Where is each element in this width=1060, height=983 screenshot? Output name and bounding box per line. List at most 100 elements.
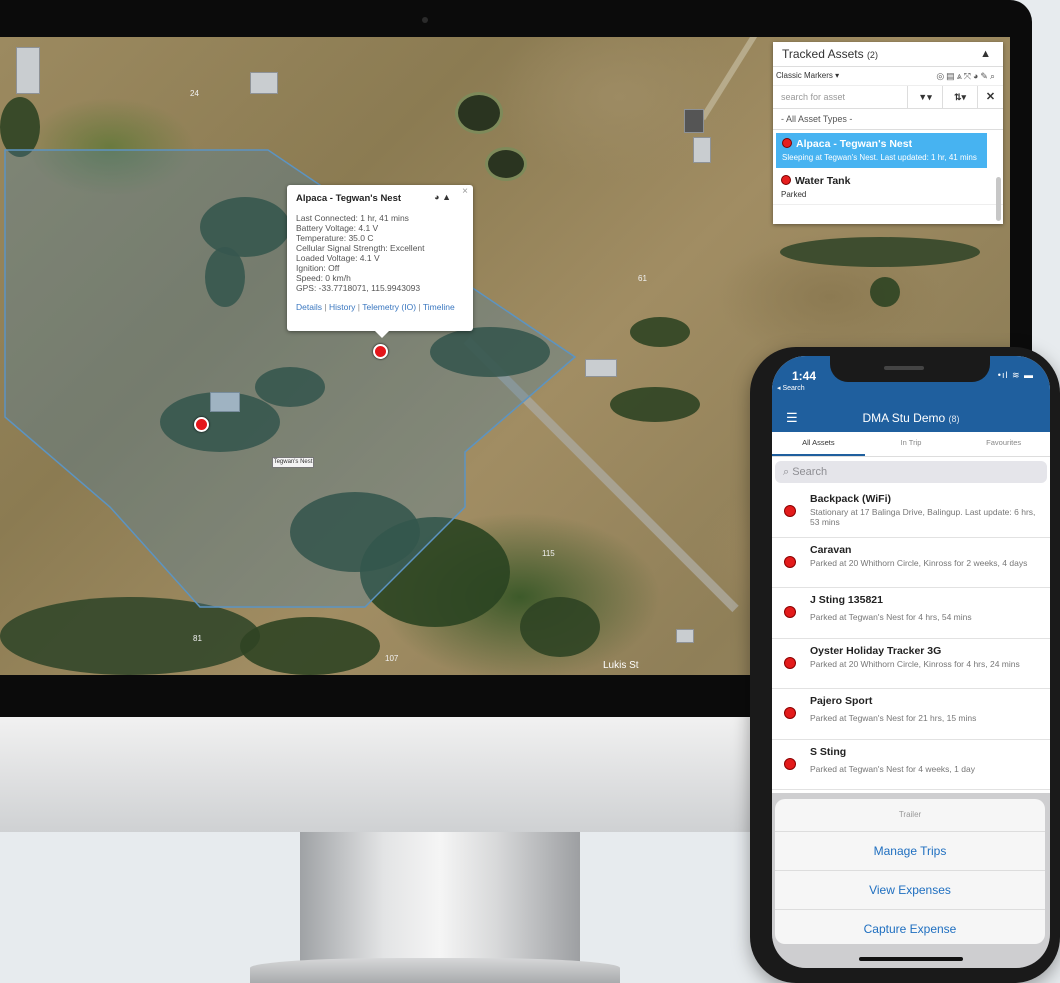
asset-list-item[interactable]: Alpaca - Tegwan's Nest Sleeping at Tegwa… [776,133,987,168]
camera [422,17,428,23]
road-icon[interactable]: ⩓ [957,71,964,81]
status-dot [781,175,791,185]
tab-all-assets[interactable]: All Assets [772,432,865,456]
expand-icon[interactable]: ⤧ [964,71,973,81]
status-icons: •ıl ≋ ▬ [997,370,1034,380]
home-indicator[interactable] [859,957,963,961]
road-number: 107 [385,654,399,663]
popup-detail-line: Cellular Signal Strength: Excellent [296,243,425,253]
asset-list: Backpack (WiFi) Stationary at 17 Balinga… [772,487,1050,790]
asset-info-popup: Alpaca - Tegwan's Nest ◕ ▲ × Last Connec… [287,185,473,338]
telemetry-link[interactable]: Telemetry (IO) [362,302,416,312]
action-sheet: Trailer Manage Trips View Expenses Captu… [775,799,1045,944]
back-to-search[interactable]: ◂ Search [777,384,805,392]
popup-detail-line: GPS: -33.7718071, 115.9943093 [296,283,421,293]
road-number: 115 [542,549,555,558]
asset-name: Water Tank [795,175,851,187]
phone-screen: 1:44 ◂ Search •ıl ≋ ▬ ☰ DMA Stu Demo (8)… [772,356,1050,968]
tab-favourites[interactable]: Favourites [957,432,1050,456]
clear-button[interactable]: ✕ [978,86,1003,108]
popup-detail-line: Loaded Voltage: 4.1 V [296,253,380,263]
asset-name: Backpack (WiFi) [810,493,892,505]
asset-list-item[interactable]: Water Tank Parked [773,171,1003,205]
phone-notch [830,356,990,382]
capture-expense-button[interactable]: Capture Expense [775,910,1045,944]
status-dot [784,555,796,568]
bell-icon[interactable]: ▲ [442,192,451,202]
marker-style-dropdown[interactable]: Classic Markers ▾ [776,71,839,80]
asset-name: Pajero Sport [810,695,873,707]
road-number: 81 [193,634,202,643]
asset-status: Parked [781,190,807,199]
status-bar: 1:44 ◂ Search •ıl ≋ ▬ [772,356,1050,404]
timeline-link[interactable]: Timeline [423,302,455,312]
collapse-icon[interactable]: ▲ [980,42,991,66]
asset-count: (8) [948,414,960,424]
asset-marker-alpaca[interactable] [373,344,388,359]
road-number: 24 [190,89,199,98]
asset-search-row: search for asset ▼▾ ⇅▾ ✕ [773,86,1003,109]
list-item[interactable]: Pajero Sport Parked at Tegwan's Nest for… [772,689,1050,740]
poi-label: Tegwan's Nest [272,457,314,468]
pin-icon[interactable]: ✎ [980,71,990,81]
asset-name: Alpaca - Tegwan's Nest [796,138,913,150]
link-separator: | [418,302,421,312]
panel-header[interactable]: Tracked Assets (2) ▲ [773,42,1003,67]
history-link[interactable]: History [329,302,355,312]
details-link[interactable]: Details [296,302,322,312]
search-icon[interactable]: ⌕ [990,71,997,81]
link-separator: | [357,302,360,312]
list-icon[interactable]: ▤ [946,71,957,81]
status-dot [784,707,796,719]
asset-type-select[interactable]: - All Asset Types - [773,109,1003,130]
popup-detail-line: Battery Voltage: 4.1 V [296,223,379,233]
list-item[interactable]: J Sting 135821 Parked at Tegwan's Nest f… [772,588,1050,639]
app-bar: ☰ DMA Stu Demo (8) [772,404,1050,432]
asset-search-input[interactable]: search for asset [773,86,908,108]
view-expenses-button[interactable]: View Expenses [775,871,1045,910]
hamburger-menu-icon[interactable]: ☰ [786,404,798,432]
search-input[interactable]: ⌕ Search [775,461,1047,483]
close-icon[interactable]: × [462,186,468,197]
asset-status: Parked at 20 Whithorn Circle, Kinross fo… [810,557,1028,568]
asset-tabs: All Assets In Trip Favourites [772,432,1050,457]
asset-marker-water-tank[interactable] [194,417,209,432]
asset-status: Sleeping at Tegwan's Nest. Last updated:… [782,153,977,162]
tab-in-trip[interactable]: In Trip [865,432,958,456]
tracked-assets-panel: Tracked Assets (2) ▲ Classic Markers ▾ ◎… [773,42,1003,224]
link-separator: | [324,302,327,312]
account-title: DMA Stu Demo [862,411,946,425]
popup-detail-line: Last Connected: 1 hr, 41 mins [296,213,409,223]
popup-links: Details | History | Telemetry (IO) | Tim… [296,302,464,312]
search-placeholder: Search [792,466,828,478]
asset-status: Parked at Tegwan's Nest for 4 hrs, 54 mi… [810,612,972,622]
popup-tools: ◕ ▲ [434,192,451,202]
search-icon: ⌕ [783,466,793,478]
panel-scrollbar[interactable] [996,177,1001,221]
road-number: 61 [638,274,647,283]
list-item[interactable]: Backpack (WiFi) Stationary at 17 Balinga… [772,487,1050,538]
filter-button[interactable]: ▼▾ [908,86,943,108]
globe-icon[interactable]: ◕ [434,192,439,202]
street-label: Lukis St [603,660,639,671]
panel-toolbar: Classic Markers ▾ ◎▤⩓⤧◕✎⌕ [773,67,1003,86]
monitor-stand-foot [250,958,620,983]
status-time: 1:44 [792,369,817,383]
asset-name: Oyster Holiday Tracker 3G [810,644,942,657]
asset-status: Parked at Tegwan's Nest for 4 weeks, 1 d… [810,763,975,774]
list-item[interactable]: S Sting Parked at Tegwan's Nest for 4 we… [772,740,1050,790]
popup-detail-line: Temperature: 35.0 C [296,233,374,243]
action-sheet-title: Trailer [775,799,1045,832]
locate-icon[interactable]: ◎ [936,71,946,81]
manage-trips-button[interactable]: Manage Trips [775,832,1045,871]
asset-name: Caravan [810,543,852,556]
list-item[interactable]: Oyster Holiday Tracker 3G Parked at 20 W… [772,639,1050,689]
sort-button[interactable]: ⇅▾ [943,86,978,108]
status-dot [784,606,796,618]
asset-status: Parked at Tegwan's Nest for 21 hrs, 15 m… [810,713,977,723]
status-dot [782,138,792,148]
list-item[interactable]: Caravan Parked at 20 Whithorn Circle, Ki… [772,538,1050,588]
asset-name: J Sting 135821 [810,594,883,606]
asset-status: Stationary at 17 Balinga Drive, Balingup… [810,507,1036,527]
status-dot [784,757,796,770]
